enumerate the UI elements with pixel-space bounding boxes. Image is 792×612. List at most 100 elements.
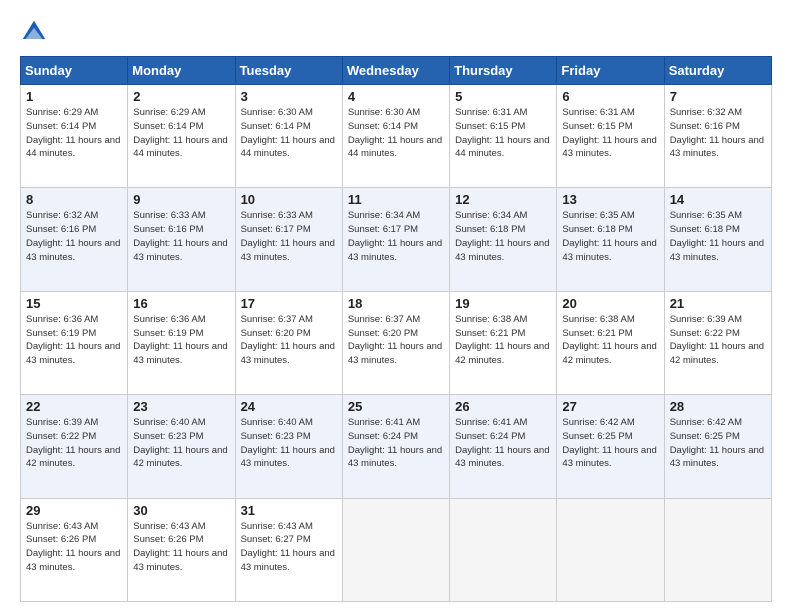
calendar-day-cell: [450, 498, 557, 601]
calendar-day-cell: [557, 498, 664, 601]
day-number: 5: [455, 89, 551, 104]
day-number: 4: [348, 89, 444, 104]
day-number: 17: [241, 296, 337, 311]
calendar-day-cell: 1 Sunrise: 6:29 AMSunset: 6:14 PMDaylight…: [21, 85, 128, 188]
calendar-day-cell: 24Sunrise: 6:40 AMSunset: 6:23 PMDayligh…: [235, 395, 342, 498]
calendar-day-cell: 15 Sunrise: 6:36 AMSunset: 6:19 PMDayligh…: [21, 291, 128, 394]
calendar-day-cell: 17 Sunrise: 6:37 AMSunset: 6:20 PMDayligh…: [235, 291, 342, 394]
calendar-day-cell: 6 Sunrise: 6:31 AMSunset: 6:15 PMDaylight…: [557, 85, 664, 188]
day-number: 29: [26, 503, 122, 518]
day-number: 8: [26, 192, 122, 207]
day-number: 28: [670, 399, 766, 414]
day-info: Sunrise: 6:42 AMSunset: 6:25 PMDaylight:…: [562, 416, 658, 471]
calendar-day-cell: 20Sunrise: 6:38 AMSunset: 6:21 PMDayligh…: [557, 291, 664, 394]
day-info: Sunrise: 6:37 AMSunset: 6:20 PMDaylight:…: [348, 313, 444, 368]
calendar-week-row: 22Sunrise: 6:39 AMSunset: 6:22 PMDayligh…: [21, 395, 772, 498]
calendar-day-cell: 22Sunrise: 6:39 AMSunset: 6:22 PMDayligh…: [21, 395, 128, 498]
day-number: 25: [348, 399, 444, 414]
calendar-day-cell: 26Sunrise: 6:41 AMSunset: 6:24 PMDayligh…: [450, 395, 557, 498]
day-info: Sunrise: 6:38 AMSunset: 6:21 PMDaylight:…: [562, 313, 658, 368]
day-number: 16: [133, 296, 229, 311]
calendar-day-cell: 8 Sunrise: 6:32 AMSunset: 6:16 PMDaylight…: [21, 188, 128, 291]
day-info: Sunrise: 6:33 AMSunset: 6:17 PMDaylight:…: [241, 209, 337, 264]
page: SundayMondayTuesdayWednesdayThursdayFrid…: [0, 0, 792, 612]
day-number: 18: [348, 296, 444, 311]
logo: [20, 18, 52, 46]
day-number: 13: [562, 192, 658, 207]
day-info: Sunrise: 6:34 AMSunset: 6:18 PMDaylight:…: [455, 209, 551, 264]
header: [20, 18, 772, 46]
day-number: 6: [562, 89, 658, 104]
calendar-day-cell: 7 Sunrise: 6:32 AMSunset: 6:16 PMDaylight…: [664, 85, 771, 188]
calendar-day-cell: 28 Sunrise: 6:42 AMSunset: 6:25 PMDayligh…: [664, 395, 771, 498]
day-number: 11: [348, 192, 444, 207]
day-number: 30: [133, 503, 229, 518]
day-info: Sunrise: 6:42 AMSunset: 6:25 PMDaylight:…: [670, 416, 766, 471]
weekday-header: Saturday: [664, 57, 771, 85]
calendar-day-cell: 16 Sunrise: 6:36 AMSunset: 6:19 PMDayligh…: [128, 291, 235, 394]
day-number: 14: [670, 192, 766, 207]
day-number: 7: [670, 89, 766, 104]
calendar-week-row: 29 Sunrise: 6:43 AMSunset: 6:26 PMDayligh…: [21, 498, 772, 601]
weekday-header: Thursday: [450, 57, 557, 85]
calendar-day-cell: [342, 498, 449, 601]
day-info: Sunrise: 6:40 AMSunset: 6:23 PMDaylight:…: [133, 416, 229, 471]
day-info: Sunrise: 6:32 AMSunset: 6:16 PMDaylight:…: [670, 106, 766, 161]
day-number: 12: [455, 192, 551, 207]
day-number: 10: [241, 192, 337, 207]
day-info: Sunrise: 6:32 AMSunset: 6:16 PMDaylight:…: [26, 209, 122, 264]
calendar-day-cell: 23Sunrise: 6:40 AMSunset: 6:23 PMDayligh…: [128, 395, 235, 498]
calendar-table: SundayMondayTuesdayWednesdayThursdayFrid…: [20, 56, 772, 602]
calendar-week-row: 1 Sunrise: 6:29 AMSunset: 6:14 PMDaylight…: [21, 85, 772, 188]
calendar-day-cell: 27Sunrise: 6:42 AMSunset: 6:25 PMDayligh…: [557, 395, 664, 498]
day-info: Sunrise: 6:39 AMSunset: 6:22 PMDaylight:…: [670, 313, 766, 368]
weekday-header: Sunday: [21, 57, 128, 85]
day-number: 31: [241, 503, 337, 518]
calendar-header-row: SundayMondayTuesdayWednesdayThursdayFrid…: [21, 57, 772, 85]
day-info: Sunrise: 6:33 AMSunset: 6:16 PMDaylight:…: [133, 209, 229, 264]
day-number: 3: [241, 89, 337, 104]
day-info: Sunrise: 6:30 AMSunset: 6:14 PMDaylight:…: [348, 106, 444, 161]
day-info: Sunrise: 6:36 AMSunset: 6:19 PMDaylight:…: [133, 313, 229, 368]
day-info: Sunrise: 6:43 AMSunset: 6:26 PMDaylight:…: [133, 520, 229, 575]
day-info: Sunrise: 6:30 AMSunset: 6:14 PMDaylight:…: [241, 106, 337, 161]
day-info: Sunrise: 6:29 AMSunset: 6:14 PMDaylight:…: [26, 106, 122, 161]
day-number: 1: [26, 89, 122, 104]
calendar-day-cell: 13Sunrise: 6:35 AMSunset: 6:18 PMDayligh…: [557, 188, 664, 291]
calendar-week-row: 15 Sunrise: 6:36 AMSunset: 6:19 PMDayligh…: [21, 291, 772, 394]
calendar-day-cell: 4 Sunrise: 6:30 AMSunset: 6:14 PMDaylight…: [342, 85, 449, 188]
calendar-day-cell: 3 Sunrise: 6:30 AMSunset: 6:14 PMDaylight…: [235, 85, 342, 188]
day-number: 26: [455, 399, 551, 414]
calendar-day-cell: 31 Sunrise: 6:43 AMSunset: 6:27 PMDayligh…: [235, 498, 342, 601]
calendar-day-cell: 29 Sunrise: 6:43 AMSunset: 6:26 PMDayligh…: [21, 498, 128, 601]
calendar-day-cell: 25 Sunrise: 6:41 AMSunset: 6:24 PMDayligh…: [342, 395, 449, 498]
day-info: Sunrise: 6:31 AMSunset: 6:15 PMDaylight:…: [562, 106, 658, 161]
calendar-day-cell: 5 Sunrise: 6:31 AMSunset: 6:15 PMDaylight…: [450, 85, 557, 188]
day-number: 19: [455, 296, 551, 311]
calendar-day-cell: 14 Sunrise: 6:35 AMSunset: 6:18 PMDayligh…: [664, 188, 771, 291]
calendar-day-cell: 21 Sunrise: 6:39 AMSunset: 6:22 PMDayligh…: [664, 291, 771, 394]
calendar-day-cell: 10 Sunrise: 6:33 AMSunset: 6:17 PMDayligh…: [235, 188, 342, 291]
day-info: Sunrise: 6:38 AMSunset: 6:21 PMDaylight:…: [455, 313, 551, 368]
day-info: Sunrise: 6:37 AMSunset: 6:20 PMDaylight:…: [241, 313, 337, 368]
weekday-header: Friday: [557, 57, 664, 85]
calendar-day-cell: 19 Sunrise: 6:38 AMSunset: 6:21 PMDayligh…: [450, 291, 557, 394]
day-info: Sunrise: 6:31 AMSunset: 6:15 PMDaylight:…: [455, 106, 551, 161]
calendar-day-cell: 18 Sunrise: 6:37 AMSunset: 6:20 PMDayligh…: [342, 291, 449, 394]
day-info: Sunrise: 6:34 AMSunset: 6:17 PMDaylight:…: [348, 209, 444, 264]
day-info: Sunrise: 6:36 AMSunset: 6:19 PMDaylight:…: [26, 313, 122, 368]
day-info: Sunrise: 6:41 AMSunset: 6:24 PMDaylight:…: [348, 416, 444, 471]
calendar-day-cell: 30 Sunrise: 6:43 AMSunset: 6:26 PMDayligh…: [128, 498, 235, 601]
weekday-header: Tuesday: [235, 57, 342, 85]
day-info: Sunrise: 6:43 AMSunset: 6:27 PMDaylight:…: [241, 520, 337, 575]
day-info: Sunrise: 6:35 AMSunset: 6:18 PMDaylight:…: [670, 209, 766, 264]
logo-icon: [20, 18, 48, 46]
calendar-day-cell: 12 Sunrise: 6:34 AMSunset: 6:18 PMDayligh…: [450, 188, 557, 291]
calendar-day-cell: [664, 498, 771, 601]
day-info: Sunrise: 6:43 AMSunset: 6:26 PMDaylight:…: [26, 520, 122, 575]
day-info: Sunrise: 6:40 AMSunset: 6:23 PMDaylight:…: [241, 416, 337, 471]
calendar-day-cell: 9Sunrise: 6:33 AMSunset: 6:16 PMDaylight…: [128, 188, 235, 291]
weekday-header: Monday: [128, 57, 235, 85]
day-number: 21: [670, 296, 766, 311]
day-number: 15: [26, 296, 122, 311]
